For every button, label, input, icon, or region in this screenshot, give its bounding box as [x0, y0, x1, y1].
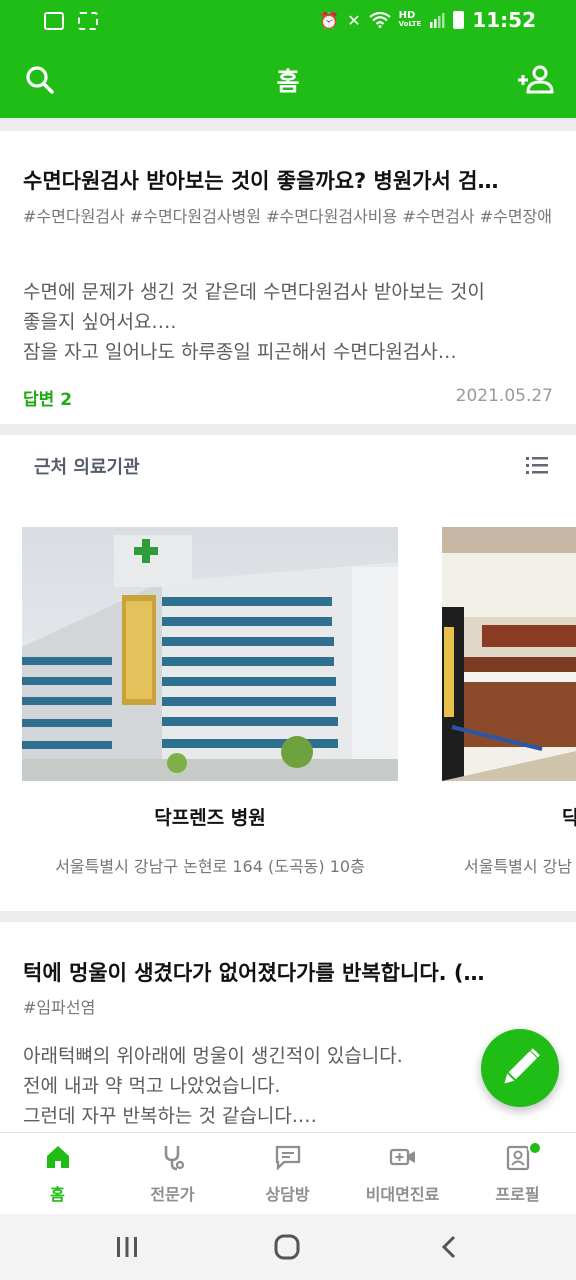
nav-item-experts[interactable]: 전문가: [115, 1133, 230, 1215]
page-title: 홈: [276, 67, 300, 96]
pencil-icon: [504, 1048, 540, 1084]
hospital-image: [442, 527, 576, 781]
stethoscope-icon: [164, 1146, 185, 1171]
question-card[interactable]: 수면다원검사 받아보는 것이 좋을까요? 병원가서 검… #수면다원검사 #수면…: [0, 131, 576, 424]
alarm-icon: ⏰: [319, 10, 340, 30]
recent-apps-icon[interactable]: [114, 1234, 140, 1260]
wifi-icon: [368, 12, 391, 28]
question-tags: #임파선염: [23, 998, 96, 1017]
hospital-name: 닥: [562, 807, 576, 829]
answer-count: 답변 2: [23, 390, 73, 410]
chat-icon: [275, 1145, 301, 1171]
hd-volte-badge: HD VoLTE: [398, 10, 422, 29]
mute-icon: ✕: [347, 10, 361, 30]
nav-item-consult[interactable]: 상담방: [230, 1133, 345, 1215]
hospital-address: 서울특별시 강남구 논현로 164 (도곡동) 10층: [55, 857, 365, 876]
nearby-hospitals-section: 근처 의료기관 닥프렌즈 병원 서울특별시 강남구 논현로 164 (도곡동) …: [0, 435, 576, 911]
nav-item-home[interactable]: 홈: [0, 1133, 115, 1215]
list-icon[interactable]: [524, 453, 550, 477]
question-body: 아래턱뼈의 위아래에 멍울이 생긴적이 있습니다. 전에 내과 약 먹고 나았었…: [23, 1045, 403, 1127]
screenshot-icon: [78, 12, 98, 30]
status-bar: ⏰ ✕ HD VoLTE 11:52: [0, 0, 576, 40]
question-title: 턱에 멍울이 생겼다가 없어졌다가를 반복합니다. (…: [23, 961, 485, 985]
home-icon: [47, 1146, 69, 1168]
question-date: 2021.05.27: [455, 386, 553, 406]
question-body: 수면에 문제가 생긴 것 같은데 수면다원검사 받아보는 것이 좋을지 싶어서요…: [23, 281, 485, 363]
video-call-icon: [389, 1148, 415, 1166]
add-user-icon[interactable]: [516, 60, 556, 100]
notification-dot: [528, 1141, 542, 1155]
gallery-icon: [44, 12, 64, 30]
battery-icon: [453, 11, 465, 29]
hospital-address: 서울특별시 강남: [464, 857, 573, 876]
question-title: 수면다원검사 받아보는 것이 좋을까요? 병원가서 검…: [23, 169, 499, 193]
home-button-icon[interactable]: [273, 1233, 301, 1261]
nav-item-profile[interactable]: 프로필: [460, 1133, 575, 1215]
screen: ⏰ ✕ HD VoLTE 11:52 홈 수면다원검사 받아보는 것이 좋을까요?…: [0, 0, 576, 1280]
system-nav-bar: [0, 1214, 576, 1280]
nav-item-telemedicine[interactable]: 비대면진료: [345, 1133, 460, 1215]
question-tags: #수면다원검사 #수면다원검사병원 #수면다원검사비용 #수면검사 #수면장애: [23, 207, 552, 226]
section-title: 근처 의료기관: [34, 457, 140, 478]
back-icon[interactable]: [438, 1234, 462, 1260]
hospital-name: 닥프렌즈 병원: [154, 807, 266, 829]
bottom-nav: 홈 전문가 상담방 비대면진료 프로필: [0, 1132, 576, 1214]
signal-icon: [430, 13, 445, 28]
app-bar: 홈: [0, 40, 576, 118]
hospital-image: [22, 527, 398, 781]
write-question-button[interactable]: [481, 1029, 559, 1107]
clock: 11:52: [472, 8, 536, 32]
